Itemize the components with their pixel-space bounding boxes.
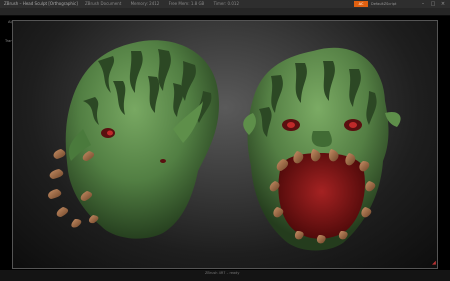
resize-handle-icon[interactable]: ◢ [432,260,436,266]
close-icon[interactable]: × [440,1,446,7]
status-text: ZBrush 4R7 – ready [205,271,240,275]
minimize-icon[interactable]: – [420,1,426,7]
window-title: ZBrush – Head Sculpt [Orthographic] [4,1,78,6]
info-timer: Timer: 0.012 [213,1,240,6]
title-info: ZBrush Document Memory: 2412 Free Mem: 1… [85,0,247,8]
script-badge[interactable]: AC [354,1,368,7]
info-memory: Memory: 2412 [130,1,160,6]
menu-bar: Alpha Brush Color Document Draw Edit Fil… [0,8,450,43]
window-controls: – □ × [420,1,446,7]
info-free-mem: Free Mem: 1.8 GB [168,1,205,6]
maximize-icon[interactable]: □ [430,1,436,7]
viewport-canvas[interactable] [12,20,438,269]
left-head-sculpt [48,40,219,239]
info-document: ZBrush Document [85,1,122,6]
sculpt-render [48,40,401,251]
default-script-label[interactable]: DefaultZScript [371,0,396,8]
right-head-sculpt [243,47,401,251]
